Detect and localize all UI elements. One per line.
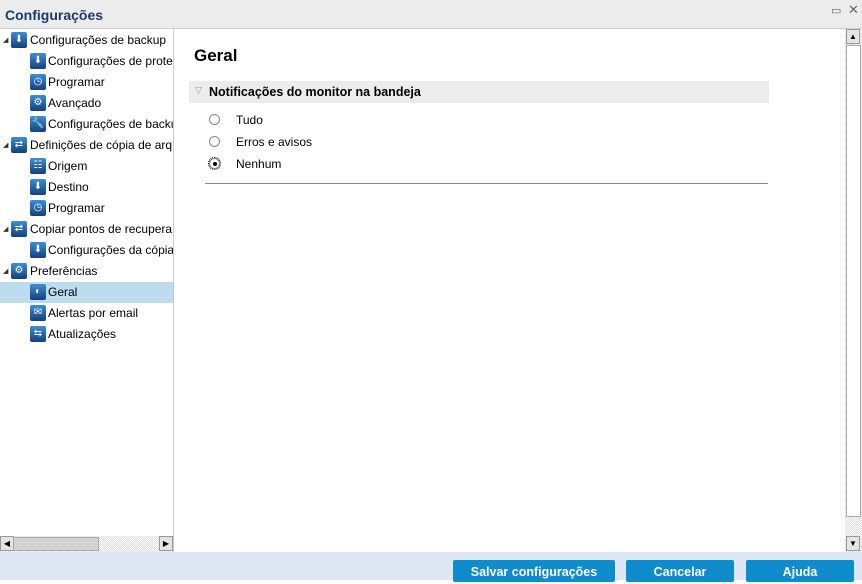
- divider: [205, 183, 768, 184]
- file-copy-icon: ⇄: [11, 137, 27, 153]
- destination-icon: ⬇: [30, 179, 46, 195]
- scroll-thumb[interactable]: [846, 45, 861, 517]
- copy-recovery-icon: ⇄: [11, 221, 27, 237]
- radio-label: Tudo: [236, 113, 263, 127]
- gear-icon: ⚙: [11, 263, 27, 279]
- expand-arrow-icon[interactable]: ◢: [3, 30, 8, 51]
- tree-item[interactable]: ⇆ Atualizações: [0, 324, 173, 345]
- email-icon: ✉: [30, 305, 46, 321]
- expand-arrow-icon[interactable]: ◢: [3, 135, 8, 156]
- tree-item-label: Programar: [48, 75, 105, 89]
- protection-icon: ⬇: [30, 242, 46, 258]
- tree-item-label: Geral: [48, 285, 78, 299]
- tree-item[interactable]: ◢ ⬇ Configurações de backup: [0, 30, 173, 51]
- tree-item-label: Definições de cópia de arq: [30, 138, 173, 152]
- tree-item-label: Configurações da cópia: [48, 243, 174, 257]
- wrench-icon: 🔧: [30, 116, 46, 132]
- tree-item[interactable]: ⬇ Configurações da cópia: [0, 240, 174, 261]
- vertical-scrollbar[interactable]: ▲ ▼: [845, 29, 862, 552]
- radio-circle[interactable]: [209, 114, 220, 125]
- tree-item-label: Alertas por email: [48, 306, 139, 320]
- help-button[interactable]: Ajuda: [746, 560, 854, 582]
- collapse-triangle-icon: ▽: [195, 85, 202, 95]
- tree-item-label: Destino: [48, 180, 89, 194]
- radio-label: Erros e avisos: [236, 135, 313, 149]
- tree-item[interactable]: ⬇ Configurações de prote: [0, 51, 173, 72]
- restore-icon[interactable]: ▭: [831, 4, 841, 17]
- horizontal-scrollbar[interactable]: ◀ ▶: [0, 536, 173, 552]
- expand-arrow-icon[interactable]: ◢: [3, 261, 8, 282]
- section-header[interactable]: ▽ Notificações do monitor na bandeja: [189, 81, 769, 103]
- section-title: Notificações do monitor na bandeja: [209, 85, 421, 99]
- scroll-up-icon[interactable]: ▲: [846, 29, 860, 44]
- protection-icon: ⬇: [30, 53, 46, 69]
- clock-icon: ◷: [30, 74, 46, 90]
- tree-item[interactable]: ◐ Geral: [0, 282, 173, 303]
- cancel-button[interactable]: Cancelar: [626, 560, 734, 582]
- save-button[interactable]: Salvar configurações: [453, 560, 615, 582]
- tree-item-label: Programar: [48, 201, 105, 215]
- footer: Salvar configurações Cancelar Ajuda: [0, 552, 862, 582]
- content-panel: Geral ▽ Notificações do monitor na bande…: [175, 29, 845, 552]
- tree-item[interactable]: ◷ Programar: [0, 72, 173, 93]
- tree-item[interactable]: 🔧 Configurações de backu: [0, 114, 174, 135]
- tree-item-label: Preferências: [30, 264, 98, 278]
- page-title: Geral: [194, 46, 238, 65]
- tree-item-label: Configurações de backu: [48, 117, 174, 131]
- clock-icon: ◷: [30, 200, 46, 216]
- window-title: Configurações: [5, 7, 104, 23]
- scroll-thumb[interactable]: [13, 537, 99, 551]
- tree-item-label: Configurações de prote: [48, 54, 173, 68]
- gears-icon: ⚙: [30, 95, 46, 111]
- tree-item[interactable]: ☷ Origem: [0, 156, 173, 177]
- tree-item-label: Atualizações: [48, 327, 117, 341]
- close-icon[interactable]: ✕: [848, 2, 859, 18]
- scroll-left-icon[interactable]: ◀: [0, 536, 14, 551]
- tree-item[interactable]: ◢ ⇄ Definições de cópia de arq: [0, 135, 173, 156]
- tree-item-label: Origem: [48, 159, 88, 173]
- download-disk-icon: ⬇: [11, 32, 27, 48]
- scroll-right-icon[interactable]: ▶: [159, 536, 173, 551]
- radio-circle[interactable]: [209, 136, 220, 147]
- title-bar: Configurações ▭ ✕: [0, 0, 862, 29]
- updates-icon: ⇆: [30, 326, 46, 342]
- tree-item[interactable]: ✉ Alertas por email: [0, 303, 173, 324]
- tree-item-label: Avançado: [48, 96, 102, 110]
- network-icon: ☷: [30, 158, 46, 174]
- radio-label: Nenhum: [236, 157, 282, 171]
- tree-item-label: Copiar pontos de recupera: [30, 222, 173, 236]
- globe-icon: ◐: [30, 284, 46, 300]
- tree-item[interactable]: ⬇ Destino: [0, 177, 173, 198]
- tree-item[interactable]: ◢ ⚙ Preferências: [0, 261, 173, 282]
- tree-item[interactable]: ◷ Programar: [0, 198, 173, 219]
- tree-item-label: Configurações de backup: [30, 33, 167, 47]
- settings-tree: ◢ ⬇ Configurações de backup ⬇ Configurações …: [0, 29, 174, 552]
- tree-item[interactable]: ⚙ Avançado: [0, 93, 173, 114]
- radio-circle[interactable]: [208, 157, 221, 170]
- expand-arrow-icon[interactable]: ◢: [3, 219, 8, 240]
- scroll-down-icon[interactable]: ▼: [846, 536, 860, 551]
- tree-item[interactable]: ◢ ⇄ Copiar pontos de recupera: [0, 219, 173, 240]
